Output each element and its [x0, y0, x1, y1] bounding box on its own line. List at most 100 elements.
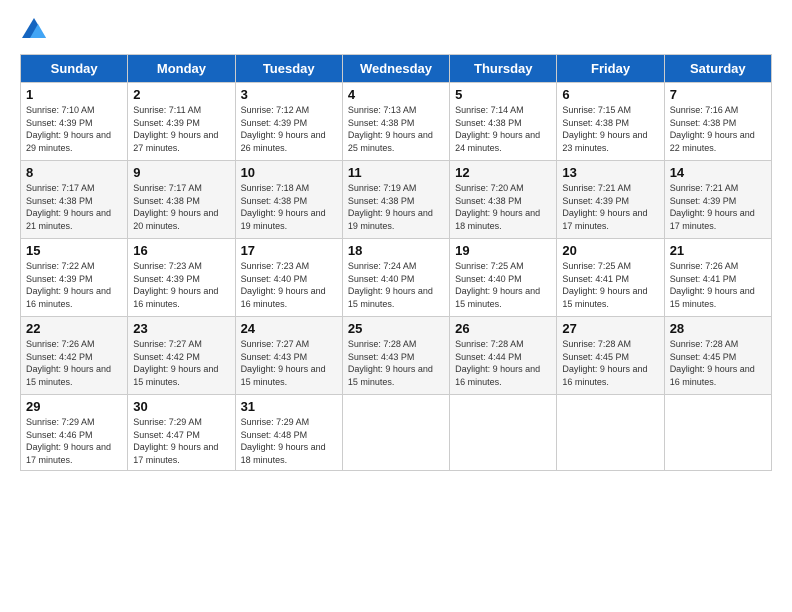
cell-info: Sunrise: 7:27 AM Sunset: 4:43 PM Dayligh…	[241, 338, 337, 388]
daylight-text: Daylight: 9 hours and 23 minutes.	[562, 130, 647, 153]
day-number: 12	[455, 165, 551, 180]
day-number: 28	[670, 321, 766, 336]
daylight-text: Daylight: 9 hours and 22 minutes.	[670, 130, 755, 153]
day-number: 15	[26, 243, 122, 258]
day-number: 3	[241, 87, 337, 102]
sunset-text: Sunset: 4:44 PM	[455, 352, 522, 362]
table-row: 28 Sunrise: 7:28 AM Sunset: 4:45 PM Dayl…	[664, 317, 771, 395]
daylight-text: Daylight: 9 hours and 16 minutes.	[670, 364, 755, 387]
logo-icon	[20, 16, 48, 44]
sunset-text: Sunset: 4:38 PM	[455, 118, 522, 128]
sunrise-text: Sunrise: 7:26 AM	[670, 261, 739, 271]
sunset-text: Sunset: 4:39 PM	[133, 274, 200, 284]
sunrise-text: Sunrise: 7:28 AM	[670, 339, 739, 349]
daylight-text: Daylight: 9 hours and 25 minutes.	[348, 130, 433, 153]
sunrise-text: Sunrise: 7:12 AM	[241, 105, 310, 115]
table-row: 19 Sunrise: 7:25 AM Sunset: 4:40 PM Dayl…	[450, 239, 557, 317]
sunrise-text: Sunrise: 7:29 AM	[26, 417, 95, 427]
daylight-text: Daylight: 9 hours and 18 minutes.	[455, 208, 540, 231]
day-number: 26	[455, 321, 551, 336]
sunset-text: Sunset: 4:39 PM	[26, 118, 93, 128]
table-row: 25 Sunrise: 7:28 AM Sunset: 4:43 PM Dayl…	[342, 317, 449, 395]
sunrise-text: Sunrise: 7:15 AM	[562, 105, 631, 115]
day-number: 30	[133, 399, 229, 414]
daylight-text: Daylight: 9 hours and 16 minutes.	[241, 286, 326, 309]
sunset-text: Sunset: 4:43 PM	[241, 352, 308, 362]
sunset-text: Sunset: 4:42 PM	[133, 352, 200, 362]
page: Sunday Monday Tuesday Wednesday Thursday…	[0, 0, 792, 481]
daylight-text: Daylight: 9 hours and 17 minutes.	[133, 442, 218, 465]
sunset-text: Sunset: 4:40 PM	[455, 274, 522, 284]
sunset-text: Sunset: 4:38 PM	[26, 196, 93, 206]
day-number: 16	[133, 243, 229, 258]
table-row: 15 Sunrise: 7:22 AM Sunset: 4:39 PM Dayl…	[21, 239, 128, 317]
sunset-text: Sunset: 4:39 PM	[562, 196, 629, 206]
col-monday: Monday	[128, 55, 235, 83]
cell-info: Sunrise: 7:11 AM Sunset: 4:39 PM Dayligh…	[133, 104, 229, 154]
sunset-text: Sunset: 4:47 PM	[133, 430, 200, 440]
table-row: 3 Sunrise: 7:12 AM Sunset: 4:39 PM Dayli…	[235, 83, 342, 161]
sunset-text: Sunset: 4:48 PM	[241, 430, 308, 440]
calendar-table: Sunday Monday Tuesday Wednesday Thursday…	[20, 54, 772, 471]
cell-info: Sunrise: 7:29 AM Sunset: 4:47 PM Dayligh…	[133, 416, 229, 466]
table-row	[450, 395, 557, 471]
sunset-text: Sunset: 4:38 PM	[348, 196, 415, 206]
cell-info: Sunrise: 7:29 AM Sunset: 4:48 PM Dayligh…	[241, 416, 337, 466]
sunset-text: Sunset: 4:38 PM	[562, 118, 629, 128]
cell-info: Sunrise: 7:27 AM Sunset: 4:42 PM Dayligh…	[133, 338, 229, 388]
sunrise-text: Sunrise: 7:19 AM	[348, 183, 417, 193]
table-row: 11 Sunrise: 7:19 AM Sunset: 4:38 PM Dayl…	[342, 161, 449, 239]
table-row: 30 Sunrise: 7:29 AM Sunset: 4:47 PM Dayl…	[128, 395, 235, 471]
cell-info: Sunrise: 7:22 AM Sunset: 4:39 PM Dayligh…	[26, 260, 122, 310]
daylight-text: Daylight: 9 hours and 19 minutes.	[241, 208, 326, 231]
daylight-text: Daylight: 9 hours and 15 minutes.	[133, 364, 218, 387]
sunrise-text: Sunrise: 7:28 AM	[348, 339, 417, 349]
sunset-text: Sunset: 4:41 PM	[670, 274, 737, 284]
sunrise-text: Sunrise: 7:21 AM	[562, 183, 631, 193]
sunrise-text: Sunrise: 7:27 AM	[241, 339, 310, 349]
table-row: 10 Sunrise: 7:18 AM Sunset: 4:38 PM Dayl…	[235, 161, 342, 239]
sunset-text: Sunset: 4:38 PM	[670, 118, 737, 128]
table-row: 5 Sunrise: 7:14 AM Sunset: 4:38 PM Dayli…	[450, 83, 557, 161]
calendar-week-row: 22 Sunrise: 7:26 AM Sunset: 4:42 PM Dayl…	[21, 317, 772, 395]
table-row: 22 Sunrise: 7:26 AM Sunset: 4:42 PM Dayl…	[21, 317, 128, 395]
sunset-text: Sunset: 4:43 PM	[348, 352, 415, 362]
day-number: 23	[133, 321, 229, 336]
sunrise-text: Sunrise: 7:29 AM	[133, 417, 202, 427]
sunset-text: Sunset: 4:46 PM	[26, 430, 93, 440]
col-saturday: Saturday	[664, 55, 771, 83]
day-number: 11	[348, 165, 444, 180]
daylight-text: Daylight: 9 hours and 16 minutes.	[562, 364, 647, 387]
daylight-text: Daylight: 9 hours and 29 minutes.	[26, 130, 111, 153]
cell-info: Sunrise: 7:21 AM Sunset: 4:39 PM Dayligh…	[670, 182, 766, 232]
day-number: 22	[26, 321, 122, 336]
day-number: 24	[241, 321, 337, 336]
cell-info: Sunrise: 7:28 AM Sunset: 4:43 PM Dayligh…	[348, 338, 444, 388]
calendar-week-row: 15 Sunrise: 7:22 AM Sunset: 4:39 PM Dayl…	[21, 239, 772, 317]
calendar-week-row: 29 Sunrise: 7:29 AM Sunset: 4:46 PM Dayl…	[21, 395, 772, 471]
sunrise-text: Sunrise: 7:16 AM	[670, 105, 739, 115]
daylight-text: Daylight: 9 hours and 26 minutes.	[241, 130, 326, 153]
cell-info: Sunrise: 7:21 AM Sunset: 4:39 PM Dayligh…	[562, 182, 658, 232]
day-number: 18	[348, 243, 444, 258]
calendar-header-row: Sunday Monday Tuesday Wednesday Thursday…	[21, 55, 772, 83]
daylight-text: Daylight: 9 hours and 15 minutes.	[348, 286, 433, 309]
cell-info: Sunrise: 7:17 AM Sunset: 4:38 PM Dayligh…	[133, 182, 229, 232]
daylight-text: Daylight: 9 hours and 15 minutes.	[348, 364, 433, 387]
daylight-text: Daylight: 9 hours and 17 minutes.	[562, 208, 647, 231]
sunrise-text: Sunrise: 7:27 AM	[133, 339, 202, 349]
cell-info: Sunrise: 7:15 AM Sunset: 4:38 PM Dayligh…	[562, 104, 658, 154]
cell-info: Sunrise: 7:20 AM Sunset: 4:38 PM Dayligh…	[455, 182, 551, 232]
table-row: 16 Sunrise: 7:23 AM Sunset: 4:39 PM Dayl…	[128, 239, 235, 317]
daylight-text: Daylight: 9 hours and 16 minutes.	[133, 286, 218, 309]
header	[20, 16, 772, 44]
day-number: 8	[26, 165, 122, 180]
table-row: 13 Sunrise: 7:21 AM Sunset: 4:39 PM Dayl…	[557, 161, 664, 239]
cell-info: Sunrise: 7:12 AM Sunset: 4:39 PM Dayligh…	[241, 104, 337, 154]
sunset-text: Sunset: 4:42 PM	[26, 352, 93, 362]
sunrise-text: Sunrise: 7:18 AM	[241, 183, 310, 193]
day-number: 2	[133, 87, 229, 102]
day-number: 31	[241, 399, 337, 414]
daylight-text: Daylight: 9 hours and 15 minutes.	[562, 286, 647, 309]
daylight-text: Daylight: 9 hours and 19 minutes.	[348, 208, 433, 231]
